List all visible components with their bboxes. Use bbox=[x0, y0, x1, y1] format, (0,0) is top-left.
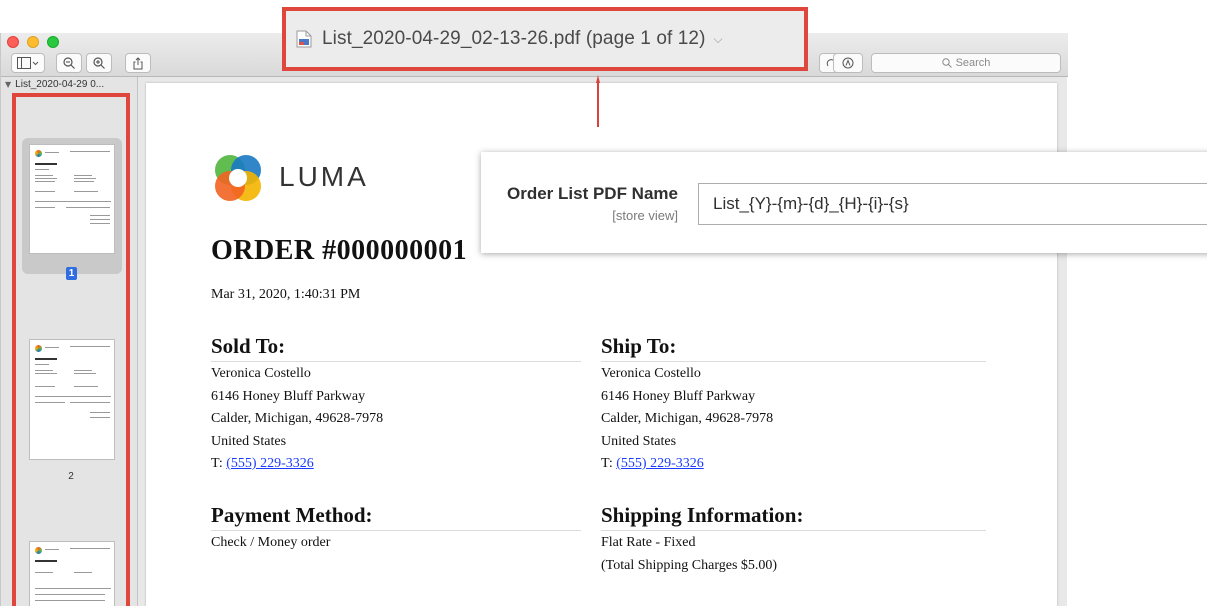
shipping-charges-text: (Total Shipping Charges $5.00) bbox=[601, 557, 778, 573]
close-window-button[interactable] bbox=[7, 36, 19, 48]
minimize-window-button[interactable] bbox=[27, 36, 39, 48]
zoom-in-icon bbox=[93, 57, 105, 69]
zoom-window-button[interactable] bbox=[47, 36, 59, 48]
sold-to-street: 6146 Honey Bluff Parkway bbox=[211, 388, 366, 404]
pdf-document-icon bbox=[296, 30, 312, 48]
order-date: Mar 31, 2020, 1:40:31 PM bbox=[211, 287, 361, 302]
thumbnails-highlight-box bbox=[12, 93, 130, 606]
luma-logo-icon bbox=[215, 155, 261, 201]
phone-prefix: T: bbox=[601, 456, 617, 471]
markup-button[interactable] bbox=[833, 53, 863, 73]
sold-to-city: Calder, Michigan, 49628-7978 bbox=[211, 411, 384, 426]
order-title: ORDER #000000001 bbox=[211, 235, 468, 266]
window-title-highlight[interactable]: List_2020-04-29_02-13-26.pdf (page 1 of … bbox=[282, 7, 808, 71]
payment-method-heading: Payment Method: bbox=[211, 503, 373, 527]
sold-to-country: United States bbox=[211, 433, 287, 449]
sidebar-document-header[interactable]: ▼ List_2020-04-29 0... bbox=[5, 79, 135, 90]
ship-to-heading: Ship To: bbox=[601, 334, 677, 358]
search-field[interactable]: Search bbox=[871, 53, 1061, 73]
shipping-method-text: Flat Rate - Fixed bbox=[601, 535, 696, 550]
thumbnail-sidebar[interactable]: ▼ List_2020-04-29 0... 1 2 bbox=[1, 77, 138, 606]
setting-scope: [store view] bbox=[612, 208, 678, 223]
zoom-out-button[interactable] bbox=[56, 53, 82, 73]
sidebar-icon bbox=[17, 57, 39, 69]
markup-icon bbox=[842, 57, 854, 69]
setting-label: Order List PDF Name bbox=[507, 184, 678, 203]
sold-to-phone-line: T: (555) 229-3326 bbox=[211, 453, 383, 476]
ship-to-address: Veronica Costello 6146 Honey Bluff Parkw… bbox=[601, 363, 773, 476]
disclosure-triangle-icon[interactable]: ▼ bbox=[5, 80, 11, 89]
pdf-name-setting-panel: Order List PDF Name [store view] List_{Y… bbox=[481, 152, 1207, 253]
section-divider bbox=[601, 361, 986, 362]
payment-method-text: Check / Money order bbox=[211, 535, 331, 550]
sidebar-toggle-button[interactable] bbox=[11, 53, 45, 73]
search-placeholder: Search bbox=[955, 57, 991, 69]
sold-to-name: Veronica Costello bbox=[211, 366, 311, 381]
luma-logo-text: LUMA bbox=[279, 161, 369, 192]
ship-to-phone-line: T: (555) 229-3326 bbox=[601, 453, 773, 476]
sidebar-document-name: List_2020-04-29 0... bbox=[15, 79, 105, 90]
ship-to-phone-link[interactable]: (555) 229-3326 bbox=[616, 456, 704, 471]
section-divider bbox=[601, 530, 986, 531]
chevron-down-icon[interactable]: ⌵ bbox=[714, 32, 723, 47]
sold-to-address: Veronica Costello 6146 Honey Bluff Parkw… bbox=[211, 363, 383, 476]
shipping-info-details: Flat Rate - Fixed (Total Shipping Charge… bbox=[601, 532, 777, 577]
ship-to-name: Veronica Costello bbox=[601, 366, 701, 381]
sold-to-heading: Sold To: bbox=[211, 334, 286, 358]
payment-method-details: Check / Money order bbox=[211, 532, 330, 555]
section-divider bbox=[211, 361, 581, 362]
search-icon bbox=[941, 58, 952, 68]
zoom-in-button[interactable] bbox=[86, 53, 112, 73]
share-button[interactable] bbox=[125, 53, 151, 73]
ship-to-country: United States bbox=[601, 433, 677, 449]
preview-window: Search ▼ List_2020-04-29 0... 1 2 LUMA O… bbox=[0, 33, 1068, 606]
ship-to-street: 6146 Honey Bluff Parkway bbox=[601, 388, 756, 404]
sold-to-phone-link[interactable]: (555) 229-3326 bbox=[226, 456, 314, 471]
pdf-name-input[interactable]: List_{Y}-{m}-{d}_{H}-{i}-{s} bbox=[698, 183, 1207, 225]
shipping-info-heading: Shipping Information: bbox=[601, 503, 804, 527]
phone-prefix: T: bbox=[211, 456, 227, 471]
share-icon bbox=[133, 56, 143, 69]
zoom-out-icon bbox=[63, 57, 75, 69]
annotation-arrow-icon bbox=[596, 75, 600, 127]
ship-to-city: Calder, Michigan, 49628-7978 bbox=[601, 411, 774, 426]
section-divider bbox=[211, 530, 581, 531]
window-title: List_2020-04-29_02-13-26.pdf (page 1 of … bbox=[322, 28, 706, 49]
